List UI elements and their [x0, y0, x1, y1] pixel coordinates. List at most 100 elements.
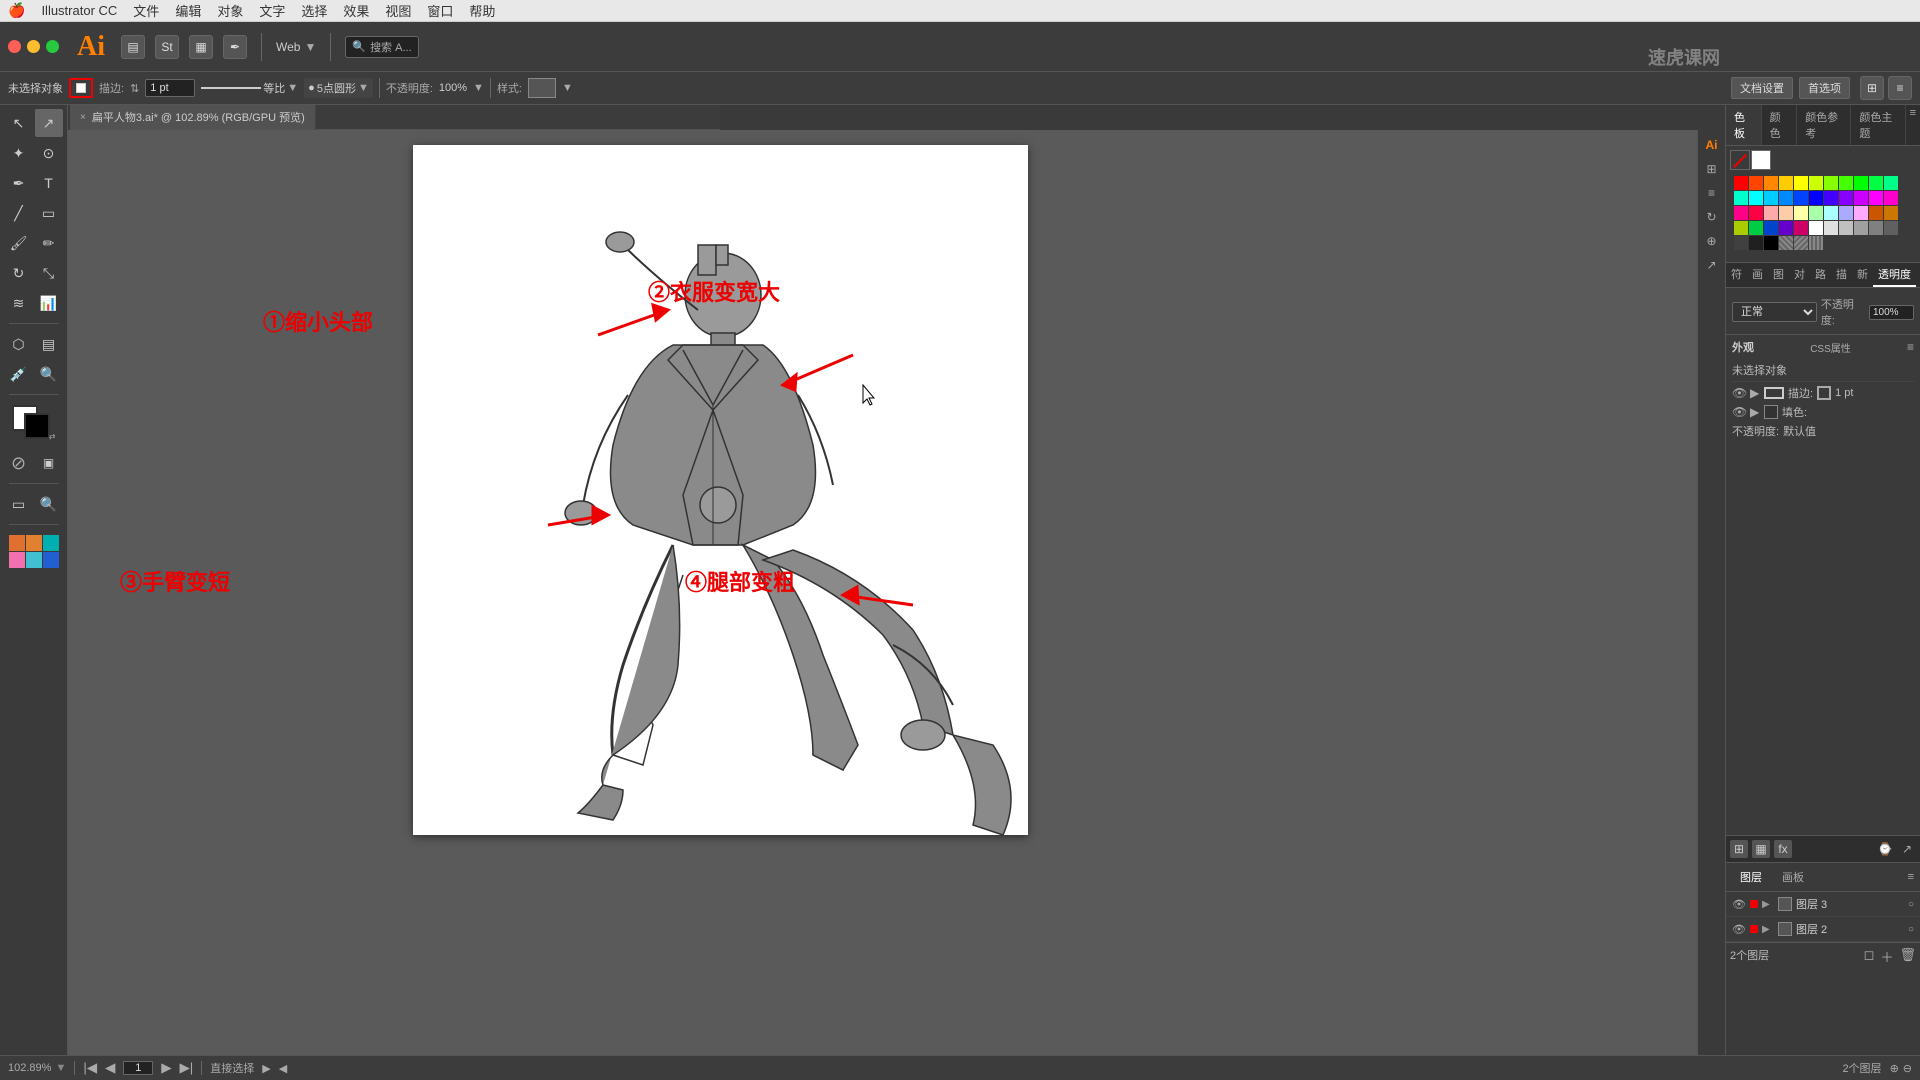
swatch-4[interactable] [9, 552, 25, 568]
prefs-button[interactable]: 首选项 [1799, 77, 1850, 99]
nav-last[interactable]: ▶| [180, 1060, 194, 1076]
menu-window[interactable]: 窗口 [427, 1, 453, 20]
grid-icon[interactable]: ≡ [1888, 76, 1912, 100]
nav-next[interactable]: ▶ [161, 1060, 171, 1076]
style-selector[interactable] [528, 78, 556, 98]
color-cell[interactable] [1839, 191, 1853, 205]
panel-tab-draw[interactable]: 画 [1747, 263, 1768, 287]
menu-effects[interactable]: 效果 [343, 1, 369, 20]
panel-tab-transparency[interactable]: 透明度 [1873, 263, 1916, 287]
selection-tool[interactable]: ↖ [5, 109, 33, 137]
color-cell[interactable] [1779, 206, 1793, 220]
doc-setup-button[interactable]: 文档设置 [1731, 77, 1793, 99]
swap-icon[interactable]: ⇄ [49, 432, 56, 441]
color-cell[interactable] [1809, 206, 1823, 220]
color-cell[interactable] [1884, 221, 1898, 235]
workspace-selector[interactable]: Web ▼ [276, 40, 316, 54]
panel-icon-1[interactable]: ⊞ [1701, 158, 1723, 180]
panel-tab-image[interactable]: 图 [1768, 263, 1789, 287]
stroke-color-preview[interactable] [1817, 386, 1831, 400]
color-boxes[interactable]: ⇄ [12, 405, 56, 441]
color-cell[interactable] [1764, 191, 1778, 205]
color-cell[interactable] [1824, 221, 1838, 235]
panel-tab-new[interactable]: 新 [1852, 263, 1873, 287]
zoom-control[interactable]: 102.89% ▼ [8, 1062, 66, 1074]
color-cell[interactable] [1764, 221, 1778, 235]
layer-2-expand[interactable]: ▶ [1762, 924, 1774, 935]
color-cell[interactable] [1779, 176, 1793, 190]
search-bar[interactable]: 🔍 搜索 A... [345, 36, 418, 58]
tab-color-guide[interactable]: 颜色参考 [1797, 105, 1851, 145]
color-cell[interactable] [1824, 191, 1838, 205]
appearance-menu-icon[interactable]: ≡ [1907, 340, 1914, 354]
swatch-2[interactable] [26, 535, 42, 551]
color-cell[interactable] [1734, 176, 1748, 190]
swatch-6[interactable] [43, 552, 59, 568]
color-cell[interactable] [1734, 221, 1748, 235]
pattern-swatch[interactable] [1794, 236, 1808, 250]
tab-color-theme[interactable]: 颜色主题 [1851, 105, 1905, 145]
blend-mode-select[interactable]: 正常 正片叠底 滤色 叠加 [1732, 302, 1817, 322]
css-prop-label[interactable]: CSS属性 [1810, 340, 1851, 355]
status-del-layer[interactable]: ⊖ [1903, 1062, 1912, 1075]
layer-2-lock[interactable]: ○ [1908, 924, 1914, 935]
color-cell[interactable] [1794, 191, 1808, 205]
layer-row-2[interactable]: 👁 ▶ 图层 2 ○ [1726, 917, 1920, 942]
eyedropper-tool[interactable]: 💉 [5, 360, 33, 388]
color-cell[interactable] [1809, 191, 1823, 205]
color-cell[interactable] [1869, 176, 1883, 190]
color-cell[interactable] [1749, 191, 1763, 205]
delete-layer-btn[interactable]: 🗑 [1899, 947, 1916, 966]
swatch-3[interactable] [43, 535, 59, 551]
menu-text[interactable]: 文字 [259, 1, 285, 20]
color-cell[interactable] [1734, 191, 1748, 205]
color-cell[interactable] [1749, 206, 1763, 220]
nav-prev[interactable]: ◀ [105, 1060, 115, 1076]
panel-icon-4[interactable]: ⊕ [1701, 230, 1723, 252]
menu-select[interactable]: 选择 [301, 1, 327, 20]
document-tab[interactable]: × 扁平人物3.ai* @ 102.89% (RGB/GPU 预览) [70, 105, 316, 130]
rotate-tool[interactable]: ↻ [5, 259, 33, 287]
color-cell[interactable] [1869, 206, 1883, 220]
color-cell[interactable] [1734, 236, 1748, 250]
none-icon[interactable]: ⊘ [5, 449, 33, 477]
eye-icon-fill[interactable]: 👁 [1732, 405, 1746, 419]
panel-icon-5[interactable]: ↗ [1701, 254, 1723, 276]
magic-wand-tool[interactable]: ✦ [5, 139, 33, 167]
minimize-button[interactable] [27, 40, 40, 53]
artboard-tool[interactable]: ▭ [5, 490, 33, 518]
page-input[interactable] [123, 1061, 153, 1075]
color-cell[interactable] [1749, 176, 1763, 190]
nav-arrow-left[interactable]: ◀ [279, 1062, 287, 1075]
opacity-input-t[interactable] [1869, 305, 1914, 320]
color-cell[interactable] [1734, 206, 1748, 220]
align-icon[interactable]: ⊞ [1860, 76, 1884, 100]
color-cell[interactable] [1884, 191, 1898, 205]
layer-3-eye[interactable]: 👁 [1732, 898, 1746, 911]
tab-swatches[interactable]: 色板 [1726, 105, 1762, 145]
panel-menu-icon[interactable]: ≡ [1906, 105, 1920, 145]
color-cell[interactable] [1779, 191, 1793, 205]
warp-tool[interactable]: ≋ [5, 289, 33, 317]
stroke-type-selector[interactable]: 等比 ▼ [201, 80, 298, 96]
color-cell[interactable] [1869, 221, 1883, 235]
layers-icon-5[interactable]: ↗ [1898, 840, 1916, 858]
stroke-color-box[interactable] [69, 78, 93, 98]
brush-tool[interactable]: 🖌 [5, 229, 33, 257]
color-cell[interactable] [1764, 206, 1778, 220]
menu-file[interactable]: 文件 [133, 1, 159, 20]
pen-tool[interactable]: ✒ [5, 169, 33, 197]
blob-tool[interactable]: ✏ [35, 229, 63, 257]
menu-object[interactable]: 对象 [217, 1, 243, 20]
color-cell[interactable] [1824, 176, 1838, 190]
color-cell[interactable] [1749, 236, 1763, 250]
close-button[interactable] [8, 40, 21, 53]
layers-icon-4[interactable]: ⌚ [1876, 840, 1894, 858]
zoom-tool[interactable]: 🔍 [35, 360, 63, 388]
column-graph-tool[interactable]: ▤ [35, 330, 63, 358]
tab-artboards[interactable]: 画板 [1774, 866, 1812, 888]
pattern-swatch[interactable] [1809, 236, 1823, 250]
expand-arrow-fill[interactable]: ▶ [1750, 405, 1760, 419]
layer-3-lock[interactable]: ○ [1908, 899, 1914, 910]
type-tool[interactable]: T [35, 169, 63, 197]
